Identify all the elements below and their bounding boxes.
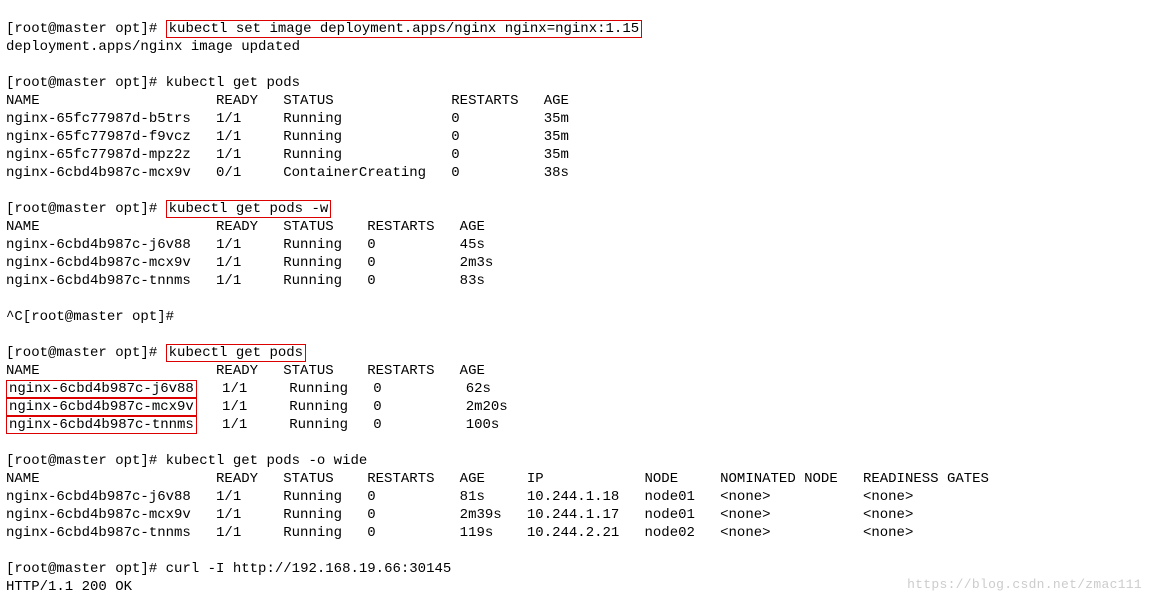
pods-table-1: NAME READY STATUS RESTARTS AGE nginx-65f… xyxy=(6,92,1144,182)
cmd-get-pods-w: kubectl get pods -w xyxy=(166,200,332,218)
terminal[interactable]: [root@master opt]# kubectl set image dep… xyxy=(0,0,1150,602)
watermark: https://blog.csdn.net/zmac111 xyxy=(907,576,1142,594)
pod-name: nginx-6cbd4b987c-j6v88 xyxy=(6,380,197,398)
prompt: [root@master opt]# xyxy=(6,21,166,37)
prompt: [root@master opt]# xyxy=(6,75,166,91)
cmd-get-pods-wide: kubectl get pods -o wide xyxy=(166,453,368,469)
prompt-ctrlc: ^C[root@master opt]# xyxy=(6,309,182,325)
cmd-curl: curl -I http://192.168.19.66:30145 xyxy=(166,561,452,577)
pods-table-wide: NAME READY STATUS RESTARTS AGE IP NODE N… xyxy=(6,470,1144,542)
cmd-get-pods: kubectl get pods xyxy=(166,75,300,91)
prompt: [root@master opt]# xyxy=(6,345,166,361)
pod-name: nginx-6cbd4b987c-tnnms xyxy=(6,416,197,434)
cmd-get-pods-2: kubectl get pods xyxy=(166,344,306,362)
prompt: [root@master opt]# xyxy=(6,561,166,577)
pods-table-2: NAME READY STATUS RESTARTS AGE nginx-6cb… xyxy=(6,218,1144,290)
prompt: [root@master opt]# xyxy=(6,453,166,469)
prompt: [root@master opt]# xyxy=(6,201,166,217)
pod-name: nginx-6cbd4b987c-mcx9v xyxy=(6,398,197,416)
cmd-set-image: kubectl set image deployment.apps/nginx … xyxy=(166,20,642,38)
pods-table-3: NAME READY STATUS RESTARTS AGE nginx-6cb… xyxy=(6,362,1144,434)
msg-updated: deployment.apps/nginx image updated xyxy=(6,38,1144,56)
